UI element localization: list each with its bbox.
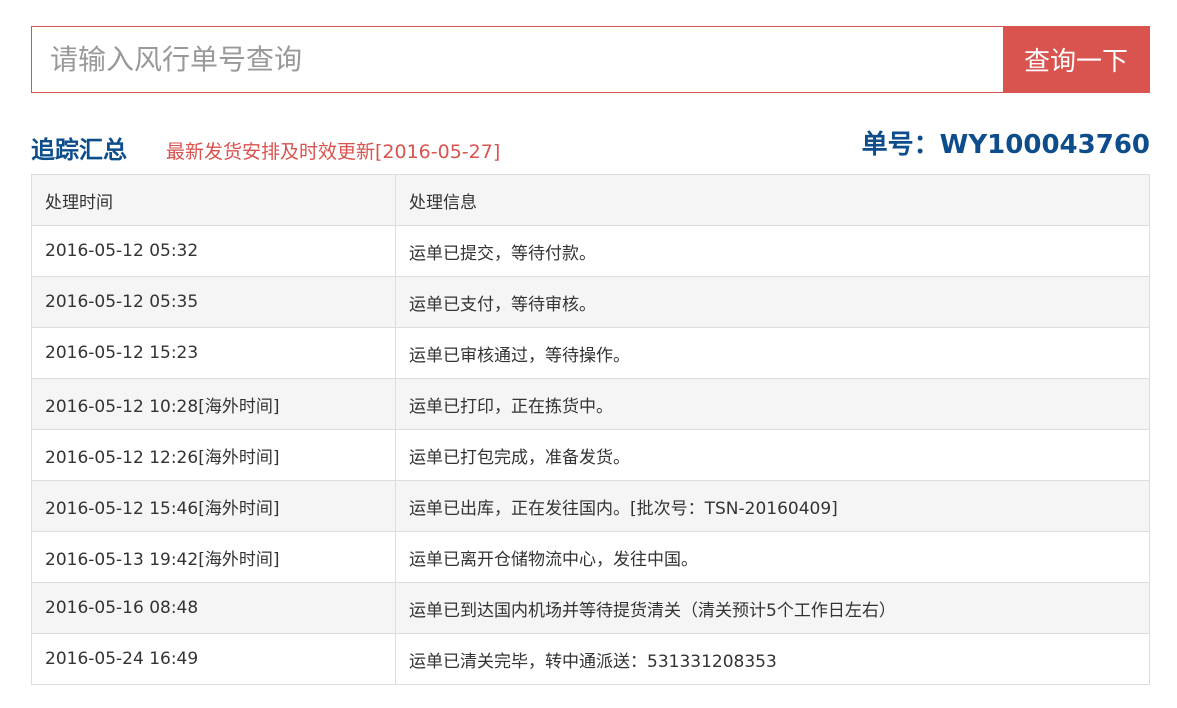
row-time: 2016-05-12 10:28[海外时间] (31, 378, 396, 430)
row-time: 2016-05-12 05:32 (31, 225, 396, 277)
row-time: 2016-05-12 15:46[海外时间] (31, 480, 396, 532)
tracking-summary-title: 追踪汇总 (31, 136, 127, 164)
row-time: 2016-05-12 05:35 (31, 276, 396, 328)
row-time: 2016-05-12 12:26[海外时间] (31, 429, 396, 481)
table-row: 2016-05-24 16:49 运单已清关完毕，转中通派送：531331208… (31, 633, 1150, 685)
search-bar: 查询一下 (31, 26, 1150, 93)
table-row: 2016-05-12 15:46[海外时间] 运单已出库，正在发往国内。[批次号… (31, 480, 1150, 532)
table-row: 2016-05-13 19:42[海外时间] 运单已离开仓储物流中心，发往中国。 (31, 531, 1150, 583)
table-row: 2016-05-16 08:48 运单已到达国内机场并等待提货清关（清关预计5个… (31, 582, 1150, 634)
table-row: 2016-05-12 12:26[海外时间] 运单已打包完成，准备发货。 (31, 429, 1150, 481)
waybill-number: 单号：WY100043760 (861, 130, 1150, 160)
header-info: 处理信息 (395, 174, 1150, 226)
search-input[interactable] (32, 27, 1003, 92)
row-info: 运单已打印，正在拣货中。 (395, 378, 1150, 430)
tracking-table: 处理时间 处理信息 2016-05-12 05:32 运单已提交，等待付款。 2… (31, 174, 1150, 685)
row-info: 运单已提交，等待付款。 (395, 225, 1150, 277)
row-time: 2016-05-13 19:42[海外时间] (31, 531, 396, 583)
row-time: 2016-05-24 16:49 (31, 633, 396, 685)
row-info: 运单已出库，正在发往国内。[批次号：TSN-20160409] (395, 480, 1150, 532)
row-info: 运单已打包完成，准备发货。 (395, 429, 1150, 481)
update-notice-link[interactable]: 最新发货安排及时效更新[2016-05-27] (166, 137, 500, 164)
row-time: 2016-05-12 15:23 (31, 327, 396, 379)
row-info: 运单已审核通过，等待操作。 (395, 327, 1150, 379)
row-info: 运单已离开仓储物流中心，发往中国。 (395, 531, 1150, 583)
row-info: 运单已支付，等待审核。 (395, 276, 1150, 328)
table-row: 2016-05-12 05:35 运单已支付，等待审核。 (31, 276, 1150, 328)
search-button[interactable]: 查询一下 (1003, 27, 1149, 92)
table-row: 2016-05-12 15:23 运单已审核通过，等待操作。 (31, 327, 1150, 379)
row-info: 运单已到达国内机场并等待提货清关（清关预计5个工作日左右） (395, 582, 1150, 634)
header-time: 处理时间 (31, 174, 396, 226)
table-header-row: 处理时间 处理信息 (31, 174, 1150, 226)
row-info: 运单已清关完毕，转中通派送：531331208353 (395, 633, 1150, 685)
table-row: 2016-05-12 10:28[海外时间] 运单已打印，正在拣货中。 (31, 378, 1150, 430)
row-time: 2016-05-16 08:48 (31, 582, 396, 634)
table-row: 2016-05-12 05:32 运单已提交，等待付款。 (31, 225, 1150, 277)
